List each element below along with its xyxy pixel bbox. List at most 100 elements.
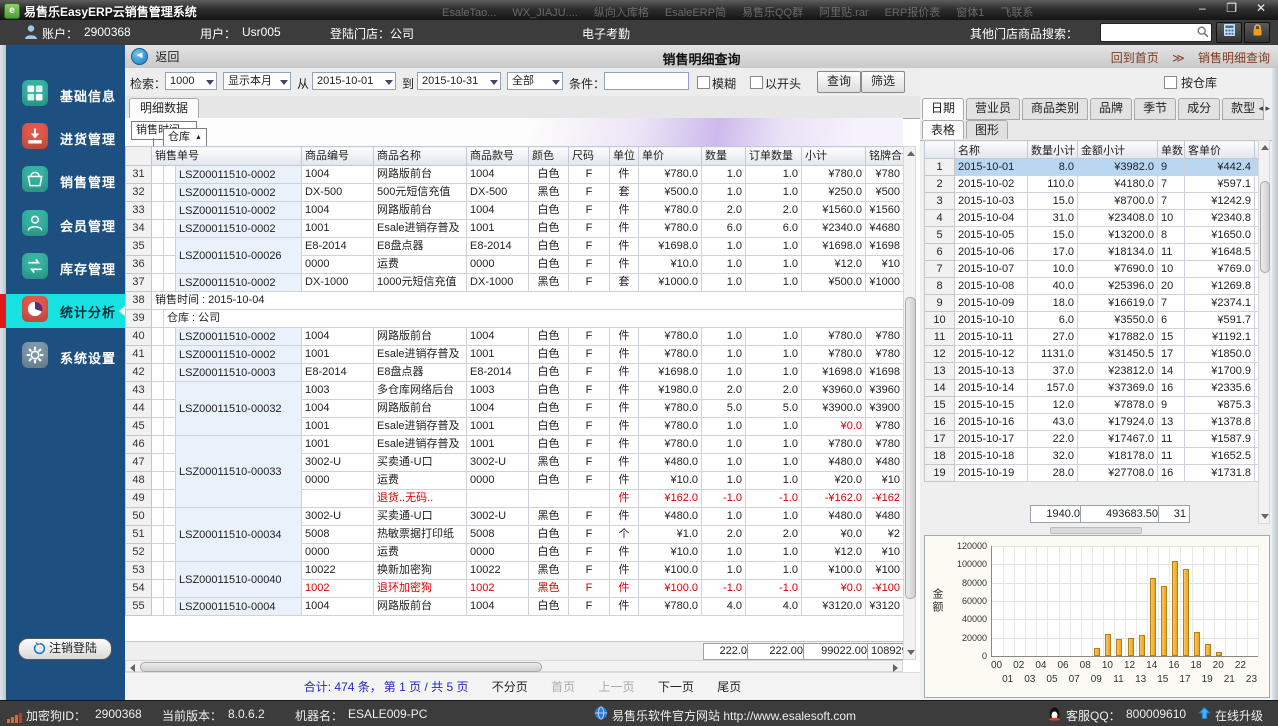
grid-header-5[interactable]: 颜色 — [528, 146, 569, 166]
minimize-button[interactable]: – — [1189, 1, 1215, 17]
grid-cell[interactable]: 白色 — [528, 525, 569, 544]
summary-cell[interactable]: 17.0 — [1027, 243, 1078, 261]
summary-cell[interactable]: 6.0 — [1027, 311, 1078, 329]
summary-cell[interactable]: ¥2374.1 — [1184, 294, 1255, 312]
starts-with-checkbox[interactable] — [750, 76, 763, 89]
grid-cell[interactable]: ¥1698.0 — [638, 363, 702, 382]
grid-cell[interactable]: Esale进销存普及 — [373, 417, 467, 436]
summary-cell[interactable]: 2015-10-06 — [954, 243, 1028, 261]
grid-cell[interactable]: 网路版前台 — [373, 597, 467, 616]
summary-row[interactable]: 8 2015-10-08 40.0 ¥25396.0 20 ¥1269.8 — [924, 277, 1259, 295]
summary-cell[interactable]: 43.0 — [1027, 413, 1078, 431]
grid-cell[interactable]: 件 — [609, 507, 639, 526]
grid-cell[interactable]: 1.0 — [745, 237, 802, 256]
grid-cell[interactable]: 换新加密狗 — [373, 561, 467, 580]
grid-cell[interactable]: F — [568, 381, 610, 400]
grid-cell[interactable]: 白色 — [528, 255, 569, 274]
table-row[interactable]: 53 LSZ00011510-00040 10022 换新加密狗 10022 黑色 F 件 ¥1… — [125, 561, 904, 598]
grid-cell[interactable]: Esale进销存普及 — [373, 219, 467, 238]
summary-header-5[interactable]: 客单价 — [1184, 140, 1255, 159]
grid-cell[interactable] — [528, 489, 569, 508]
condition-input[interactable] — [604, 72, 689, 90]
grid-cell[interactable]: ¥1698.0 — [801, 363, 866, 382]
summary-cell[interactable]: 2015-10-11 — [954, 328, 1028, 346]
grid-cell[interactable]: ¥780.0 — [638, 219, 702, 238]
grid-cell[interactable]: ¥3960 — [865, 381, 904, 400]
grid-cell[interactable]: 件 — [609, 327, 639, 346]
grid-cell[interactable]: ¥2 — [865, 525, 904, 544]
summary-cell[interactable]: 9 — [1157, 158, 1185, 176]
summary-cell[interactable]: ¥591.7 — [1184, 311, 1255, 329]
sale-number-cell[interactable]: LSZ00011510-0002 — [175, 327, 302, 346]
grid-cell[interactable]: 套 — [609, 183, 639, 202]
grid-cell[interactable]: ¥780.0 — [801, 327, 866, 346]
grid-cell[interactable]: 1004 — [301, 327, 374, 346]
grid-cell[interactable]: 0000 — [466, 543, 529, 562]
summary-cell[interactable]: 15.0 — [1027, 192, 1078, 210]
grid-cell[interactable]: ¥780.0 — [638, 399, 702, 418]
summary-row[interactable]: 13 2015-10-13 37.0 ¥23812.0 14 ¥1700.9 — [924, 362, 1259, 380]
summary-cell[interactable]: 2015-10-16 — [954, 413, 1028, 431]
summary-cell[interactable]: 157.0 — [1027, 379, 1078, 397]
summary-cell[interactable]: 2015-10-08 — [954, 277, 1028, 295]
sale-number-cell[interactable]: LSZ00011510-0002 — [175, 219, 302, 238]
sidebar-item-5[interactable]: 库存管理 — [6, 251, 125, 289]
grid-cell[interactable]: ¥3960.0 — [801, 381, 866, 400]
grid-cell[interactable] — [568, 489, 610, 508]
summary-cell[interactable]: 2015-10-19 — [954, 464, 1028, 482]
grid-cell[interactable]: F — [568, 471, 610, 490]
grid-cell[interactable]: 1.0 — [745, 165, 802, 184]
grid-cell[interactable]: 1001 — [466, 417, 529, 436]
grid-cell[interactable]: 1.0 — [701, 453, 746, 472]
grid-cell[interactable]: 6.0 — [745, 219, 802, 238]
grid-cell[interactable]: 1001 — [301, 219, 374, 238]
grid-cell[interactable]: 白色 — [528, 399, 569, 418]
summary-cell[interactable]: 7 — [1157, 294, 1185, 312]
grid-cell[interactable]: 1003 — [466, 381, 529, 400]
summary-header-3[interactable]: 金额小计 — [1077, 140, 1158, 159]
table-row[interactable]: 46 LSZ00011510-00033 1001 Esale进销存普及 1001 白色 F… — [125, 435, 904, 508]
grid-cell[interactable]: E8-2014 — [301, 237, 374, 256]
summary-cell[interactable]: 37.0 — [1027, 362, 1078, 380]
grid-cell[interactable]: 5008 — [466, 525, 529, 544]
grid-cell[interactable]: 5008 — [301, 525, 374, 544]
grid-cell[interactable]: E8盘点器 — [373, 363, 467, 382]
scroll-up-icon[interactable] — [907, 151, 915, 156]
grid-cell[interactable]: ¥500.0 — [801, 273, 866, 292]
tab-scroll-arrows[interactable]: ◂ ▸ — [1258, 103, 1270, 114]
summary-cell[interactable]: ¥13200.0 — [1077, 226, 1158, 244]
summary-cell[interactable]: ¥1731.8 — [1184, 464, 1255, 482]
grid-cell[interactable]: 1.0 — [745, 363, 802, 382]
fuzzy-checkbox[interactable] — [697, 76, 710, 89]
scroll-down-icon[interactable] — [1261, 514, 1269, 519]
table-row[interactable]: 32 LSZ00011510-0002 DX-500 500元短信充值 DX-500 黑色… — [125, 183, 904, 202]
grid-cell[interactable]: F — [568, 273, 610, 292]
current-page-link[interactable]: 销售明细查询 — [1198, 51, 1270, 65]
grid-cell[interactable] — [301, 489, 374, 508]
grid-cell[interactable]: ¥3120.0 — [801, 597, 866, 616]
grid-cell[interactable]: -¥162 — [865, 489, 904, 508]
grid-cell[interactable]: 1004 — [466, 597, 529, 616]
grid-cell[interactable]: ¥3120 — [865, 597, 904, 616]
grid-cell[interactable]: ¥480 — [865, 507, 904, 526]
grid-cell[interactable]: 退货..无码.. — [373, 489, 467, 508]
grid-cell[interactable]: F — [568, 579, 610, 598]
sale-number-cell[interactable]: LSZ00011510-0002 — [175, 201, 302, 220]
grid-header-7[interactable]: 单位 — [609, 146, 639, 166]
grid-cell[interactable]: ¥1560 — [865, 201, 904, 220]
grid-cell[interactable]: 退环加密狗 — [373, 579, 467, 598]
grid-cell[interactable]: 黑色 — [528, 561, 569, 580]
grid-cell[interactable]: 件 — [609, 417, 639, 436]
grid-cell[interactable]: 1.0 — [745, 561, 802, 580]
grid-cell[interactable]: ¥2340.0 — [801, 219, 866, 238]
grid-header-11[interactable]: 小计 — [801, 146, 866, 166]
summary-row[interactable]: 10 2015-10-10 6.0 ¥3550.0 6 ¥591.7 — [924, 311, 1259, 329]
grid-cell[interactable] — [466, 489, 529, 508]
tab-detail-data[interactable]: 明细数据 — [129, 98, 200, 120]
grid-cell[interactable]: 件 — [609, 579, 639, 598]
grid-cell[interactable]: 黑色 — [528, 183, 569, 202]
grid-cell[interactable]: 件 — [609, 489, 639, 508]
grid-cell[interactable]: F — [568, 399, 610, 418]
grid-cell[interactable]: 3002-U — [466, 507, 529, 526]
summary-cell[interactable]: 27.0 — [1027, 328, 1078, 346]
